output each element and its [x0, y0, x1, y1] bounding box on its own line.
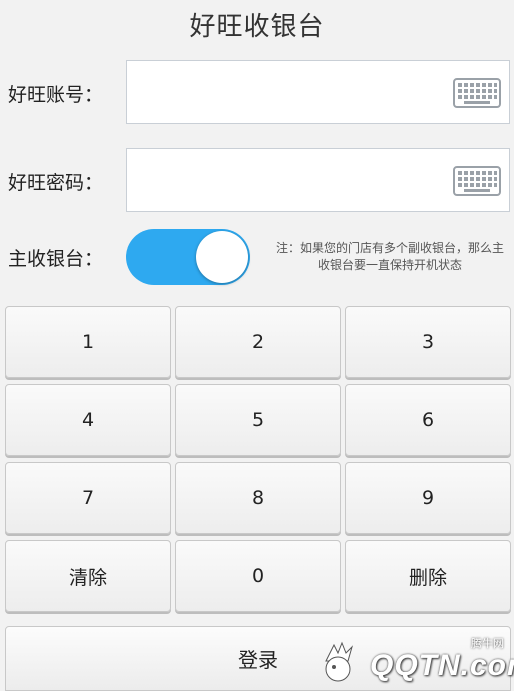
key-2[interactable]: 2 [175, 306, 341, 378]
account-label: 好旺账号： [8, 84, 104, 106]
key-5[interactable]: 5 [175, 384, 341, 456]
key-3[interactable]: 3 [345, 306, 511, 378]
password-input[interactable] [126, 148, 510, 212]
main-register-label: 主收银台： [8, 248, 104, 270]
keyboard-icon[interactable] [453, 166, 501, 196]
page-title: 好旺收银台 [189, 12, 325, 42]
password-label: 好旺密码： [8, 172, 104, 194]
key-8[interactable]: 8 [175, 462, 341, 534]
key-0[interactable]: 0 [175, 540, 341, 612]
main-register-note: 注：如果您的门店有多个副收银台，那么主收银台要一直保持开机状态 [275, 241, 504, 272]
delete-key[interactable]: 删除 [345, 540, 511, 612]
login-button[interactable]: 登录 [5, 626, 511, 691]
toggle-knob [196, 231, 248, 283]
login-button-label: 登录 [238, 648, 278, 672]
key-1[interactable]: 1 [5, 306, 171, 378]
key-9[interactable]: 9 [345, 462, 511, 534]
key-4[interactable]: 4 [5, 384, 171, 456]
key-7[interactable]: 7 [5, 462, 171, 534]
account-input[interactable] [126, 60, 510, 124]
key-6[interactable]: 6 [345, 384, 511, 456]
clear-key[interactable]: 清除 [5, 540, 171, 612]
main-register-toggle[interactable] [126, 229, 250, 285]
keyboard-icon[interactable] [453, 78, 501, 108]
